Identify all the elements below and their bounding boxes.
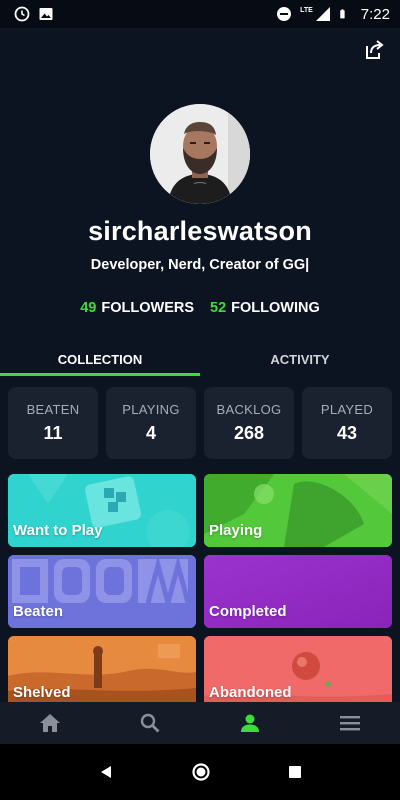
- nav-search[interactable]: [120, 706, 180, 740]
- back-icon[interactable]: [98, 764, 114, 780]
- bio: Developer, Nerd, Creator of GG|: [90, 257, 310, 273]
- followers-label: FOLLOWERS: [101, 300, 195, 316]
- tile-label: Shelved: [13, 684, 71, 701]
- battery-icon: [340, 9, 345, 19]
- following-link[interactable]: 52 FOLLOWING: [210, 300, 320, 316]
- status-bar: LTE 7:22: [0, 0, 400, 28]
- following-label: FOLLOWING: [231, 300, 320, 316]
- tile-label: Completed: [209, 603, 287, 620]
- tile-label: Beaten: [13, 603, 64, 620]
- avatar: [150, 104, 250, 204]
- tile-label: Abandoned: [209, 684, 292, 701]
- stat-label: BACKLOG: [216, 402, 282, 417]
- bottom-nav: [0, 702, 400, 744]
- tile-label: Want to Play: [13, 522, 103, 539]
- stat-played[interactable]: PLAYED 43: [302, 387, 392, 459]
- followers-count: 49: [80, 300, 97, 316]
- collection-completed[interactable]: Completed: [204, 555, 392, 628]
- nav-menu[interactable]: [320, 706, 380, 740]
- stat-value: 11: [43, 423, 63, 443]
- system-nav-bar: [0, 744, 400, 800]
- tab-activity[interactable]: ACTIVITY: [200, 344, 400, 376]
- menu-icon: [340, 716, 360, 731]
- stats-row: BEATEN 11 PLAYING 4 BACKLOG 268 PLAYED 4…: [8, 387, 392, 459]
- followers-link[interactable]: 49 FOLLOWERS: [80, 300, 194, 316]
- collection-want-to-play[interactable]: Want to Play: [8, 474, 196, 547]
- profile-tabs: COLLECTION ACTIVITY: [0, 344, 400, 376]
- tile-label: Playing: [209, 522, 263, 539]
- nav-profile[interactable]: [220, 706, 280, 740]
- stat-label: BEATEN: [26, 402, 80, 417]
- stat-value: 43: [336, 423, 358, 443]
- image-icon: [39, 8, 53, 20]
- collection-beaten[interactable]: Beaten: [8, 555, 196, 628]
- alarm-clock-icon: [14, 6, 30, 22]
- search-icon: [140, 713, 160, 733]
- home-button-icon[interactable]: [191, 762, 211, 782]
- stat-beaten[interactable]: BEATEN 11: [8, 387, 98, 459]
- do-not-disturb-icon: [277, 7, 292, 21]
- avatar-photo: [150, 104, 250, 204]
- clock-time: 7:22: [360, 5, 390, 23]
- stat-value: 4: [145, 423, 156, 443]
- following-count: 52: [210, 300, 227, 316]
- follow-stats: 49 FOLLOWERS 52 FOLLOWING: [0, 300, 400, 316]
- network-type: LTE: [300, 6, 313, 14]
- collection-shelved[interactable]: Shelved: [8, 636, 196, 702]
- share-icon[interactable]: [362, 38, 386, 62]
- stat-label: PLAYING: [122, 402, 180, 417]
- collection-playing[interactable]: Playing: [204, 474, 392, 547]
- profile-icon: [241, 714, 259, 732]
- collection-grid: Want to Play Playing Beaten Completed Sh…: [8, 474, 392, 702]
- stat-label: PLAYED: [320, 402, 374, 417]
- signal-icon: [315, 7, 330, 21]
- stat-playing[interactable]: PLAYING 4: [106, 387, 196, 459]
- username: sircharleswatson: [88, 216, 312, 246]
- profile-screen: sircharleswatson Developer, Nerd, Creato…: [0, 28, 400, 702]
- recent-apps-icon[interactable]: [288, 765, 302, 779]
- nav-home[interactable]: [20, 706, 80, 740]
- tab-collection[interactable]: COLLECTION: [0, 344, 200, 376]
- home-icon: [40, 714, 60, 732]
- stat-backlog[interactable]: BACKLOG 268: [204, 387, 294, 459]
- collection-abandoned[interactable]: Abandoned: [204, 636, 392, 702]
- stat-value: 268: [233, 423, 265, 443]
